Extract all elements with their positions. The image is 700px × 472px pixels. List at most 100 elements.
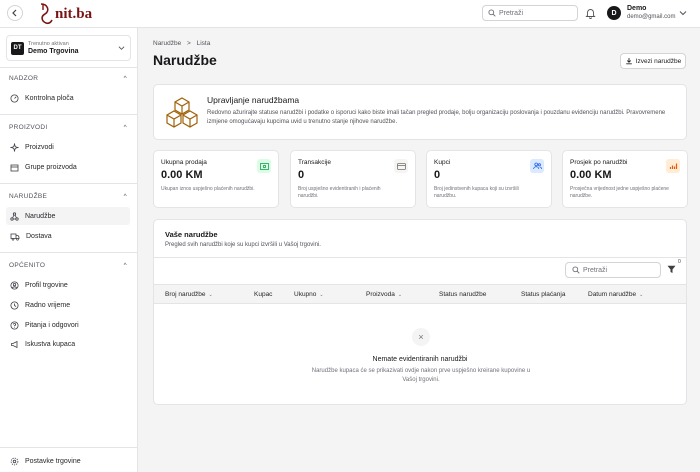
stat-label: Ukupna prodaja — [161, 159, 207, 166]
gear-icon — [10, 457, 19, 465]
sidebar-item-label: Proizvodi — [25, 143, 54, 151]
breadcrumb-link[interactable]: Narudžbe — [153, 40, 181, 47]
logo-text: nit.ba — [55, 5, 93, 22]
user-circle-icon — [10, 281, 19, 289]
sidebar-item-reviews[interactable]: Iskustva kupaca — [6, 335, 130, 353]
section-header-opcenito[interactable]: OPĆENITO ^ — [9, 262, 127, 269]
column-label: Status plaćanja — [521, 291, 566, 298]
filter-count-badge: 0 — [678, 259, 681, 265]
info-title: Upravljanje narudžbama — [207, 95, 300, 105]
breadcrumb-separator: > — [187, 40, 191, 47]
sidebar-item-working-hours[interactable]: Radno vrijeme — [6, 296, 130, 314]
money-icon — [257, 159, 271, 173]
stat-label: Transakcije — [298, 159, 331, 166]
chevron-down-icon: ⌄ — [208, 291, 213, 298]
sidebar-item-delivery[interactable]: Dostava — [6, 227, 130, 245]
logo[interactable]: nit.ba — [38, 1, 92, 27]
sidebar-item-label: Profil trgovine — [25, 281, 68, 289]
sidebar-item-products[interactable]: Proizvodi — [6, 138, 130, 156]
orders-title: Vaše narudžbe — [165, 230, 218, 239]
stat-value: 0.00 KM — [161, 169, 203, 181]
sparkle-icon — [10, 142, 19, 152]
column-header-order-number[interactable]: Broj narudžbe ⌄ — [165, 291, 213, 298]
divider — [0, 252, 138, 253]
chevron-down-icon[interactable] — [679, 10, 687, 16]
stat-value: 0.00 KM — [570, 169, 612, 181]
sidebar-item-label: Dostava — [26, 232, 52, 240]
network-icon — [10, 211, 19, 221]
sidebar-item-label: Grupe proizvoda — [25, 163, 77, 171]
store-name: Demo Trgovina — [28, 48, 79, 55]
sidebar-item-orders[interactable]: Narudžbe — [6, 207, 130, 225]
user-email: demo@gmail.com — [627, 14, 676, 20]
section-header-narudzbe[interactable]: NARUDŽBE ^ — [9, 193, 127, 200]
bell-icon[interactable] — [585, 7, 596, 19]
search-icon — [488, 9, 496, 17]
sidebar-item-label: Narudžbe — [25, 212, 56, 220]
sidebar-item-faq[interactable]: Pitanja i odgovori — [6, 316, 130, 334]
section-title: OPĆENITO — [9, 262, 46, 269]
section-header-nadzor[interactable]: NADZOR ^ — [9, 75, 127, 82]
stat-card-customers: Kupci 0 Broj jedinstvenih kupaca koji su… — [426, 150, 552, 208]
divider — [0, 183, 138, 184]
boxes-icon — [166, 97, 198, 128]
stat-value: 0 — [298, 169, 305, 181]
chevron-down-icon: ⌄ — [397, 291, 403, 298]
sidebar-item-label: Postavke trgovine — [25, 457, 81, 465]
chevron-down-icon: ⌄ — [319, 291, 324, 298]
chevron-up-icon: ^ — [123, 124, 127, 131]
column-header-order-date[interactable]: Datum narudžbe ⌄ — [588, 291, 643, 298]
column-label: Datum narudžbe — [588, 291, 637, 298]
store-avatar: DT — [11, 41, 24, 55]
sidebar-item-label: Iskustva kupaca — [25, 340, 76, 348]
store-caption: Trenutno aktivan — [28, 41, 69, 47]
column-header-total[interactable]: Ukupno ⌄ — [294, 291, 324, 298]
search-placeholder: Pretraži — [583, 266, 608, 274]
logo-icon — [40, 3, 53, 25]
chart-icon — [666, 159, 680, 173]
megaphone-icon — [11, 340, 18, 348]
sidebar-item-store-settings[interactable]: Postavke trgovine — [6, 452, 130, 470]
avatar: D — [607, 6, 621, 20]
page-title: Narudžbe — [153, 52, 217, 68]
divider — [0, 114, 138, 115]
user-name: Demo — [627, 5, 647, 12]
stat-description: Ukupan iznos uspješno plaćenih narudžbi. — [161, 186, 255, 192]
sidebar-item-dashboard[interactable]: Kontrolna ploča — [6, 89, 130, 107]
orders-panel: Vaše narudžbe Pregled svih narudžbi koje… — [153, 219, 687, 405]
sidebar-item-label: Kontrolna ploča — [25, 94, 74, 102]
table-header: Broj narudžbe ⌄ Kupac Ukupno ⌄ Proizvoda ⌄ … — [154, 284, 686, 304]
sidebar-item-label: Radno vrijeme — [25, 301, 71, 309]
column-header-customer: Kupac — [254, 291, 272, 298]
question-icon — [10, 321, 19, 329]
stat-label: Kupci — [434, 159, 451, 166]
stat-card-total-sales: Ukupna prodaja 0.00 KM Ukupan iznos uspj… — [153, 150, 279, 208]
filter-icon[interactable] — [667, 265, 676, 274]
column-label: Kupac — [254, 291, 273, 298]
back-button[interactable] — [7, 5, 23, 21]
user-menu[interactable]: D Demo demo@gmail.com — [607, 4, 675, 22]
sidebar-item-store-profile[interactable]: Profil trgovine — [6, 276, 130, 294]
column-label: Broj narudžbe — [165, 291, 206, 298]
export-orders-button[interactable]: Izvezi narudžbe — [620, 53, 686, 69]
column-header-products[interactable]: Proizvoda ⌄ — [366, 291, 402, 298]
breadcrumb: Narudžbe > Lista — [153, 40, 210, 47]
chevron-down-icon: ⌄ — [639, 291, 644, 298]
close-icon: × — [412, 328, 430, 346]
stat-description: Broj uspješno evidentiranih i plaćenih n… — [298, 186, 381, 199]
breadcrumb-current: Lista — [196, 40, 211, 47]
top-search-input[interactable]: Pretraži — [482, 5, 578, 21]
stat-card-transactions: Transakcije 0 Broj uspješno evidentirani… — [290, 150, 416, 208]
chevron-up-icon: ^ — [123, 262, 127, 269]
chevron-up-icon: ^ — [123, 193, 127, 200]
card-icon — [394, 159, 408, 173]
empty-state-title: Nemate evidentiranih narudžbi — [372, 356, 468, 363]
section-header-proizvodi[interactable]: PROIZVODI ^ — [9, 124, 127, 131]
sidebar-item-product-groups[interactable]: Grupe proizvoda — [6, 158, 130, 176]
column-label: Status narudžbe — [439, 291, 487, 298]
section-title: NARUDŽBE — [9, 193, 48, 200]
orders-search-input[interactable]: Pretraži — [565, 262, 661, 278]
chevron-down-icon — [118, 46, 125, 50]
store-selector[interactable]: DT Trenutno aktivan Demo Trgovina — [6, 35, 131, 61]
top-bar: nit.ba Pretraži D Demo demo@gmail.com — [0, 0, 700, 28]
